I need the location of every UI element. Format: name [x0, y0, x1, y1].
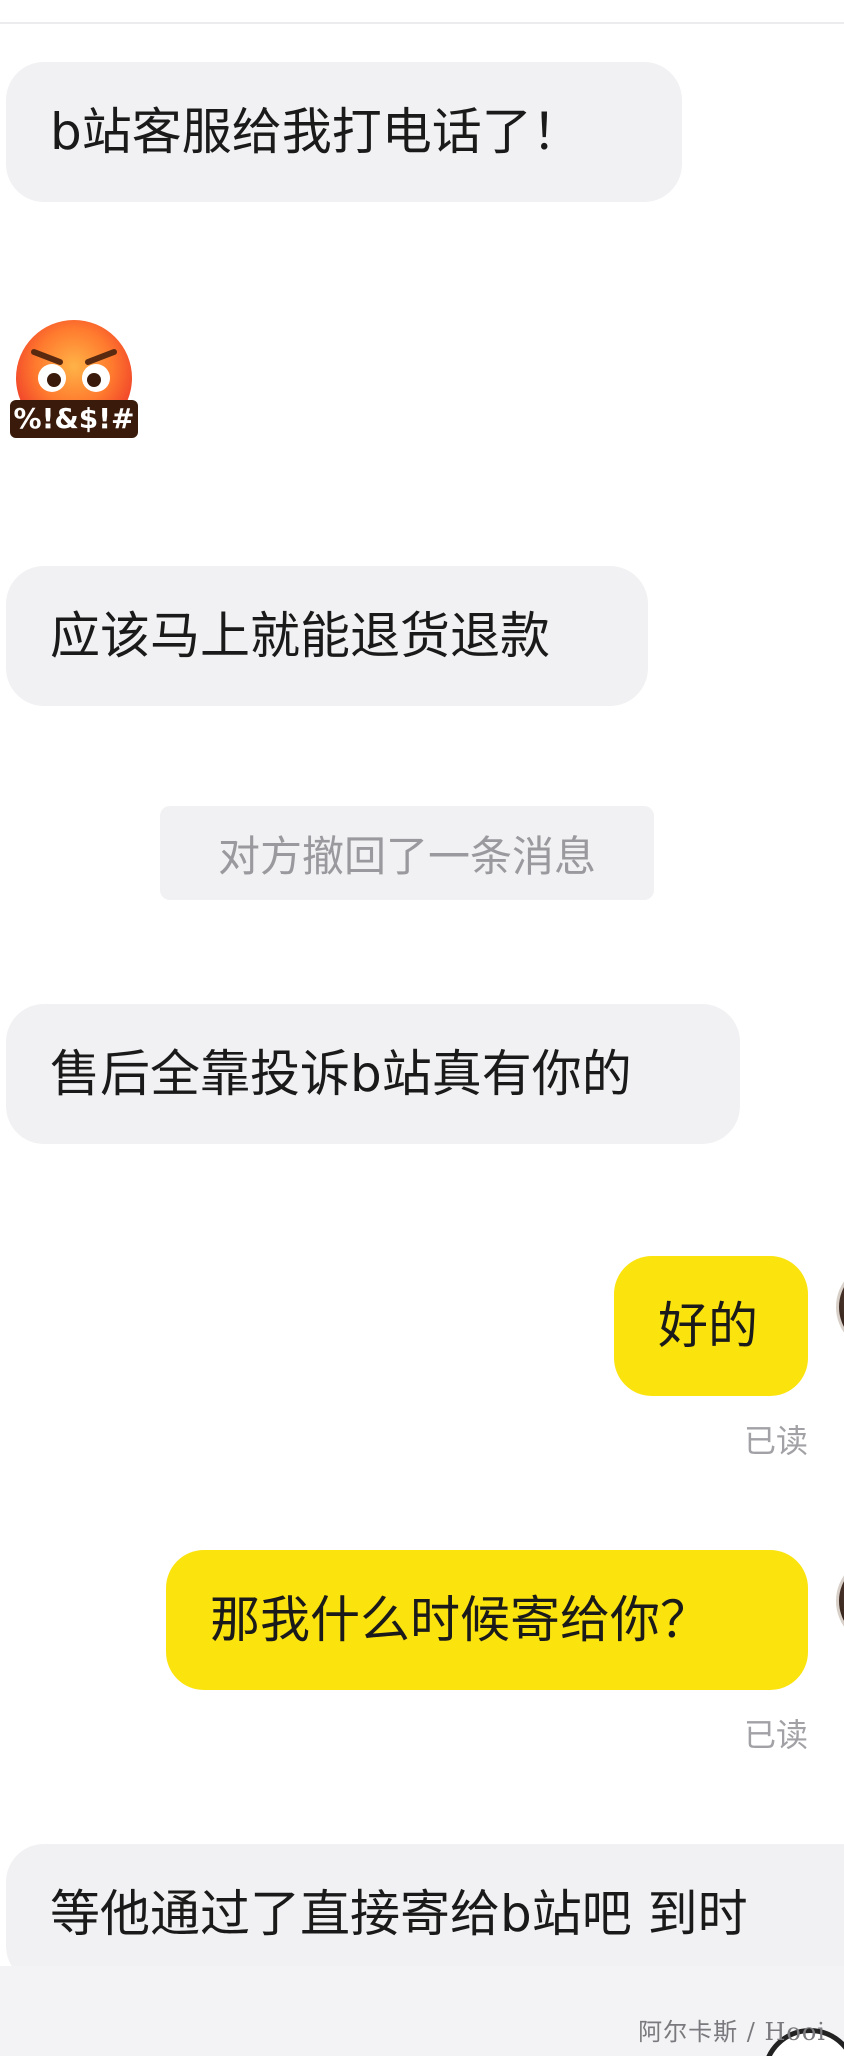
swearing-face-icon: %!&$!#	[10, 320, 138, 438]
message-text: 售后全靠投诉b站真有你的	[50, 1045, 632, 1103]
recall-notice: 对方撤回了一条消息	[160, 806, 654, 900]
message-text: b站客服给我打电话了！	[50, 103, 582, 161]
message-text: 那我什么时候寄给你？	[210, 1591, 710, 1649]
message-bubble-outgoing[interactable]: 那我什么时候寄给你？	[166, 1550, 808, 1690]
message-bubble-incoming[interactable]: 等他通过了直接寄给b站吧 到时	[6, 1844, 844, 1984]
message-bubble-incoming[interactable]: b站客服给我打电话了！	[6, 62, 682, 202]
sticker-text: %!&$!#	[14, 402, 135, 435]
read-status: 已读	[743, 1716, 808, 1754]
swearing-face-emoji-icon[interactable]: %!&$!#	[8, 318, 140, 446]
chat-screen: b站客服给我打电话了！ %!&$!# 应该马上就能退货退款 对方撤回了一条消息 …	[0, 0, 844, 2056]
message-bubble-outgoing[interactable]: 好的	[614, 1256, 808, 1396]
message-text: 好的	[658, 1297, 758, 1355]
message-bubble-incoming[interactable]: 应该马上就能退货退款	[6, 566, 648, 706]
message-text: 等他通过了直接寄给b站吧 到时	[50, 1885, 748, 1943]
top-divider	[0, 22, 844, 24]
avatar[interactable]	[836, 1262, 844, 1352]
avatar[interactable]	[836, 1556, 844, 1646]
recall-notice-text: 对方撤回了一条消息	[217, 831, 596, 881]
message-text: 应该马上就能退货退款	[50, 607, 550, 665]
watermark: 阿尔卡斯 / Hooi	[638, 2018, 826, 2046]
read-status: 已读	[743, 1422, 808, 1460]
message-bubble-incoming[interactable]: 售后全靠投诉b站真有你的	[6, 1004, 740, 1144]
